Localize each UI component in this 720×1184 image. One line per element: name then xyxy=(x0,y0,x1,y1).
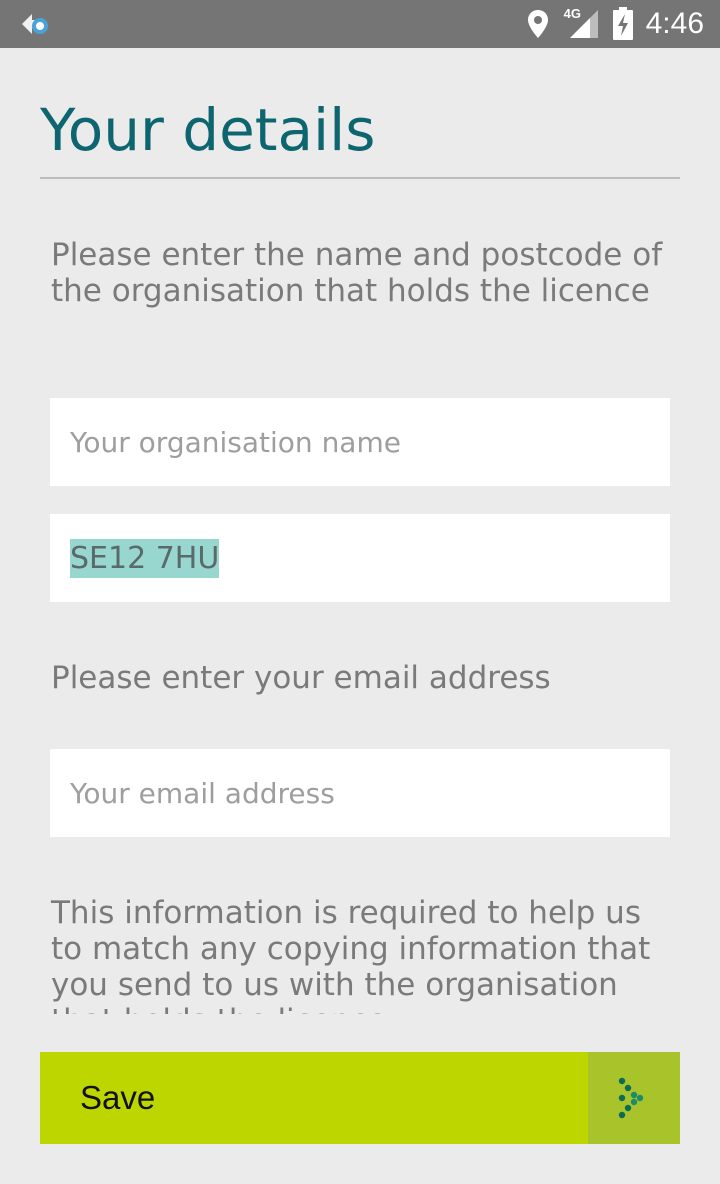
signal-icon: 4G xyxy=(563,6,600,40)
email-placeholder: Your email address xyxy=(70,776,335,810)
page-title: Your details xyxy=(40,96,376,164)
org-instruction-text: Please enter the name and postcode of th… xyxy=(51,237,663,309)
organisation-name-input[interactable]: Your organisation name xyxy=(50,398,670,486)
info-text-scroll-area[interactable]: This information is required to help us … xyxy=(0,880,720,1014)
organisation-name-placeholder: Your organisation name xyxy=(70,425,401,459)
email-instruction-text: Please enter your email address xyxy=(51,660,551,696)
postcode-input[interactable]: SE12 7HU xyxy=(50,514,670,602)
save-button-label: Save xyxy=(80,1079,156,1116)
network-type-label: 4G xyxy=(563,6,581,21)
dotted-arrow-icon xyxy=(588,1052,680,1144)
email-input[interactable]: Your email address xyxy=(50,749,670,837)
status-bar: 4G 4:46 xyxy=(0,0,720,48)
title-divider xyxy=(40,177,680,179)
app-notification-icon xyxy=(18,10,54,38)
location-icon xyxy=(526,8,550,40)
postcode-value: SE12 7HU xyxy=(70,538,220,578)
status-time: 4:46 xyxy=(645,7,704,40)
info-text: This information is required to help us … xyxy=(51,895,651,1014)
battery-charging-icon xyxy=(612,7,634,41)
save-button[interactable]: Save xyxy=(40,1052,680,1144)
